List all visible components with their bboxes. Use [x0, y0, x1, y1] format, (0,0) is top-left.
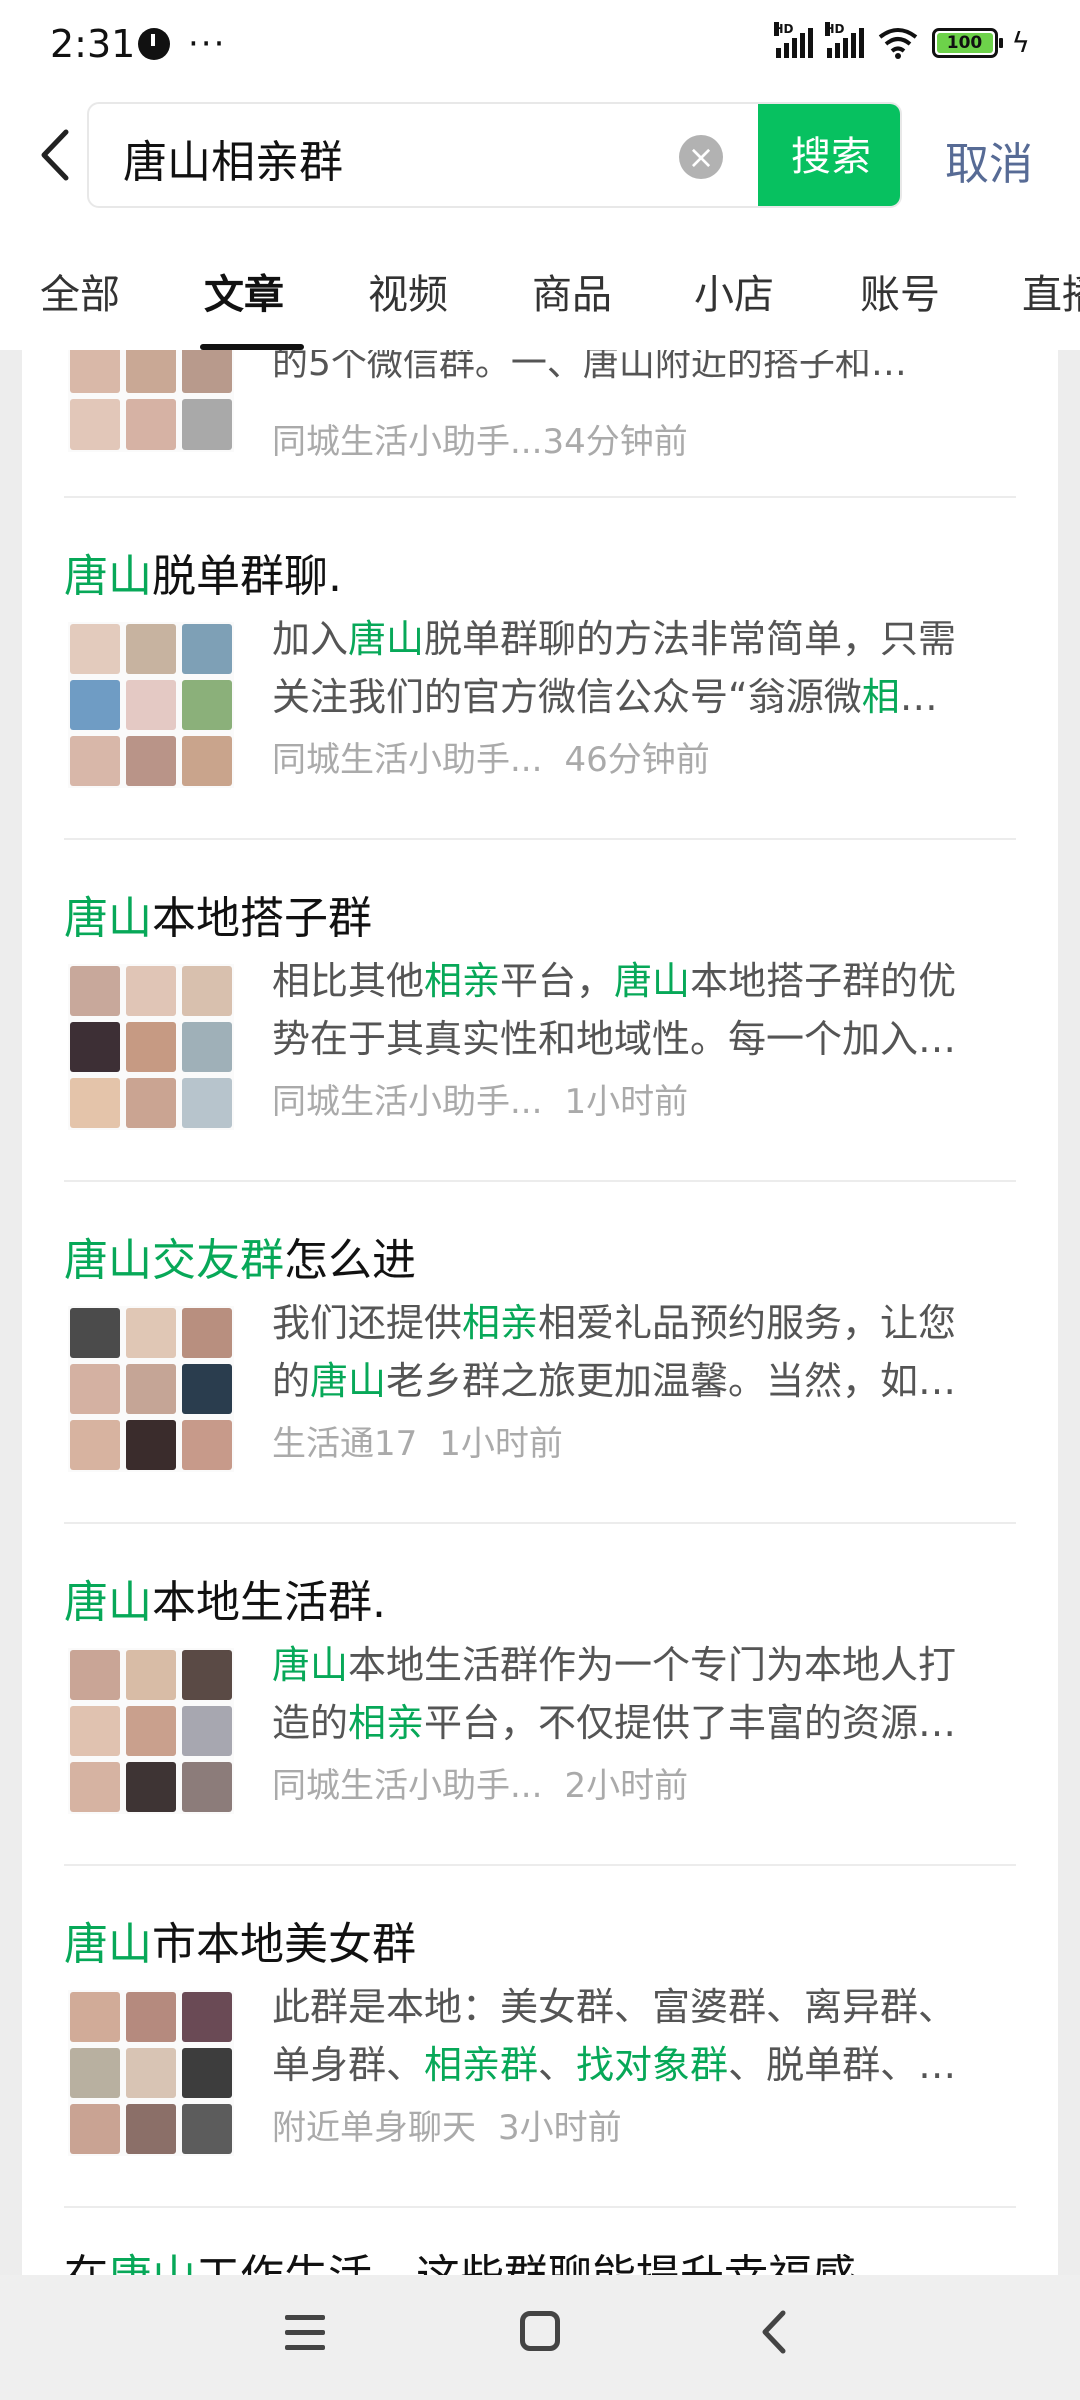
result-meta: 同城生活小助手... 1小时前 — [272, 1082, 689, 1122]
result-snippet: 唐山本地生活群作为一个专门为本地人打 造的相亲平台，不仅提供了丰富的资源… — [272, 1643, 957, 1745]
system-nav-bar — [0, 2275, 1080, 2400]
cancel-button[interactable]: 取消 — [945, 128, 1033, 192]
tab-accounts[interactable]: 账号 — [860, 262, 940, 320]
search-button[interactable]: 搜索 — [758, 104, 900, 206]
result-title: 唐山交友群怎么进 — [64, 1235, 416, 1286]
result-meta: 附近单身聊天 3小时前 — [272, 2108, 622, 2148]
result-snippet: 的5个微信群。一、唐山附近的搭子和… — [272, 350, 907, 384]
thumbnail-grid — [68, 1306, 234, 1472]
thumbnail-grid — [68, 350, 234, 452]
signal-hd-icon: HD — [824, 21, 864, 58]
result-meta: 同城生活小助手... 2小时前 — [272, 1766, 689, 1806]
wifi-icon — [878, 27, 917, 59]
list-item[interactable]: 唐山本地搭子群 相比其他相亲平台，唐山本地搭子群的优 势在于其真实性和地域性。每… — [22, 840, 1058, 1182]
thumbnail-grid — [68, 1648, 234, 1814]
tab-live[interactable]: 直播 — [1022, 262, 1080, 320]
clear-icon[interactable]: × — [679, 135, 723, 179]
result-title[interactable]: 在唐山工作生活，这些群聊能提升幸福感 — [64, 2240, 856, 2275]
result-meta: 生活通17 1小时前 — [272, 1424, 563, 1464]
thumbnail-grid — [68, 1990, 234, 2156]
result-snippet: 加入唐山脱单群聊的方法非常简单，只需 关注我们的官方微信公众号“翁源微相… — [272, 617, 957, 719]
result-title: 唐山市本地美女群 — [64, 1919, 416, 1970]
thumbnail-grid — [68, 964, 234, 1130]
list-item[interactable]: 的5个微信群。一、唐山附近的搭子和… 同城生活小助手...34分钟前 — [22, 350, 1058, 498]
back-icon[interactable] — [755, 2307, 795, 2357]
result-snippet: 我们还提供相亲相爱礼品预约服务，让您 的唐山老乡群之旅更加温馨。当然，如… — [272, 1301, 957, 1403]
list-item[interactable]: 唐山脱单群聊. 加入唐山脱单群聊的方法非常简单，只需 关注我们的官方微信公众号“… — [22, 498, 1058, 840]
tab-all[interactable]: 全部 — [40, 262, 120, 320]
result-title: 唐山脱单群聊. — [64, 551, 342, 602]
status-bar: 2:31 ··· HD HD 100 ϟ — [0, 0, 1080, 92]
tab-bar: 全部 文章 视频 商品 小店 账号 直播 — [0, 232, 1080, 350]
result-snippet: 相比其他相亲平台，唐山本地搭子群的优 势在于其真实性和地域性。每一个加入… — [272, 959, 957, 1061]
tab-shops[interactable]: 小店 — [694, 262, 774, 320]
result-meta: 同城生活小助手... 46分钟前 — [272, 740, 710, 780]
battery-icon: 100 — [931, 27, 1003, 58]
signal-hd-icon: HD — [773, 21, 813, 58]
result-time: 34分钟前 — [542, 422, 688, 462]
tab-videos[interactable]: 视频 — [368, 262, 448, 320]
menu-icon[interactable] — [285, 2315, 325, 2355]
more-icon: ··· — [188, 24, 227, 64]
search-input[interactable]: 唐山相亲群 — [123, 126, 343, 190]
list-item[interactable]: 唐山交友群怎么进 我们还提供相亲相爱礼品预约服务，让您 的唐山老乡群之旅更加温馨… — [22, 1182, 1058, 1524]
tab-articles[interactable]: 文章 — [204, 262, 284, 320]
list-item[interactable]: 唐山市本地美女群 此群是本地：美女群、富婆群、离异群、 单身群、相亲群、找对象群… — [22, 1866, 1058, 2208]
charging-icon: ϟ — [1011, 26, 1030, 59]
search-header: 唐山相亲群 × 搜索 取消 — [0, 92, 1080, 232]
results-list: 的5个微信群。一、唐山附近的搭子和… 同城生活小助手...34分钟前 唐山脱单群… — [22, 350, 1058, 2275]
battery-level: 100 — [936, 32, 993, 53]
back-button[interactable] — [30, 120, 80, 190]
search-box[interactable]: 唐山相亲群 × 搜索 — [87, 102, 902, 208]
list-item[interactable]: 唐山本地生活群. 唐山本地生活群作为一个专门为本地人打 造的相亲平台，不仅提供了… — [22, 1524, 1058, 1866]
result-source: 同城生活小助手... — [272, 422, 543, 462]
status-time: 2:31 — [50, 22, 136, 66]
tab-products[interactable]: 商品 — [532, 262, 612, 320]
result-snippet: 此群是本地：美女群、富婆群、离异群、 单身群、相亲群、找对象群、脱单群、… — [272, 1985, 957, 2087]
thumbnail-grid — [68, 622, 234, 788]
home-icon[interactable] — [520, 2311, 560, 2351]
result-meta: 同城生活小助手...34分钟前 — [272, 414, 688, 463]
chevron-left-icon — [41, 129, 69, 181]
result-title: 唐山本地搭子群 — [64, 893, 372, 944]
dnd-icon — [138, 28, 170, 60]
result-title: 唐山本地生活群. — [64, 1577, 386, 1628]
